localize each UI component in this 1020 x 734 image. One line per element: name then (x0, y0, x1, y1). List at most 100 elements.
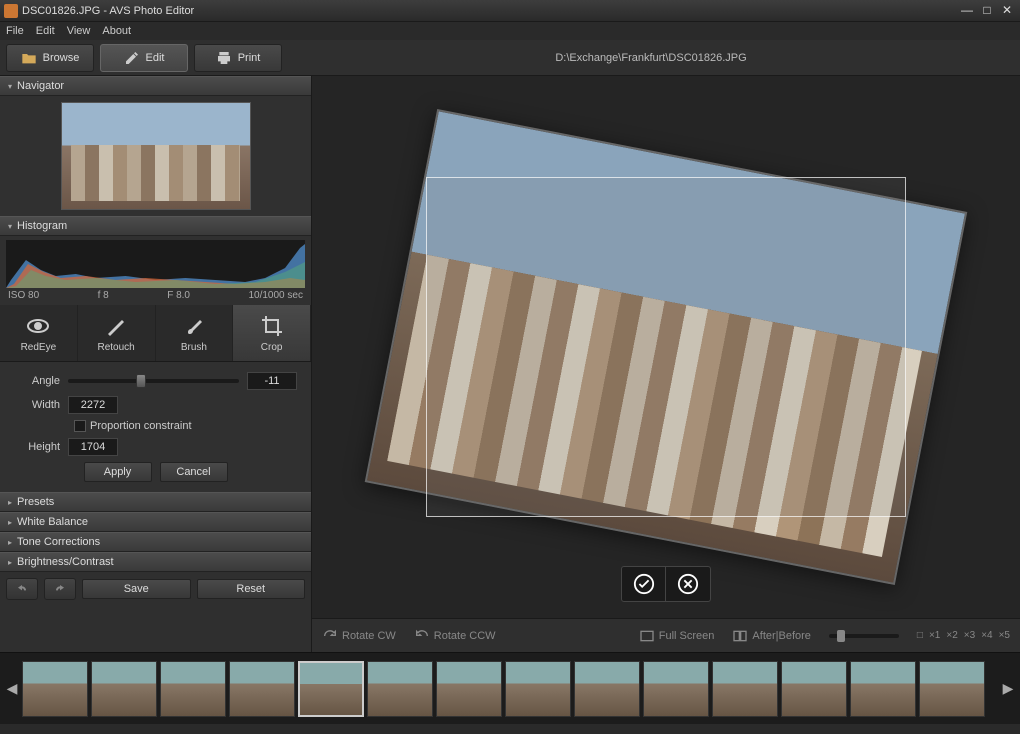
canvas-area: Rotate CW Rotate CCW Full Screen After|B… (312, 76, 1020, 652)
split-icon (732, 628, 748, 644)
tool-retouch[interactable]: Retouch (78, 305, 156, 361)
menu-view[interactable]: View (67, 25, 91, 37)
redo-icon (52, 583, 68, 595)
thumbnail[interactable] (367, 661, 433, 717)
redo-button[interactable] (44, 578, 76, 600)
zoom-4x[interactable]: ×4 (981, 630, 992, 641)
maximize-button[interactable]: □ (978, 4, 996, 18)
tool-brush[interactable]: Brush (156, 305, 234, 361)
thumbnail[interactable] (505, 661, 571, 717)
navigator-thumbnail[interactable] (61, 102, 251, 210)
thumbnail[interactable] (643, 661, 709, 717)
print-icon (216, 50, 232, 66)
apply-button[interactable]: Apply (84, 462, 152, 482)
width-value[interactable]: 2272 (68, 396, 118, 414)
photo-preview (365, 109, 968, 585)
folder-icon (21, 50, 37, 66)
brightcont-header[interactable]: Brightness/Contrast (0, 552, 311, 572)
reset-button[interactable]: Reset (197, 579, 306, 599)
height-label: Height (14, 441, 60, 453)
retouch-icon (104, 314, 128, 338)
zoom-labels: □ ×1 ×2 ×3 ×4 ×5 (917, 630, 1010, 641)
menu-about[interactable]: About (102, 25, 131, 37)
fullscreen-icon (639, 628, 655, 644)
afterbefore-button[interactable]: After|Before (732, 628, 811, 644)
brush-icon (182, 314, 206, 338)
main-toolbar: Browse Edit Print D:\Exchange\Frankfurt\… (0, 40, 1020, 76)
navigator-header[interactable]: Navigator (0, 76, 311, 96)
thumbnail-selected[interactable] (298, 661, 364, 717)
titlebar: DSC01826.JPG - AVS Photo Editor — □ ✕ (0, 0, 1020, 22)
bottom-toolbar: Rotate CW Rotate CCW Full Screen After|B… (312, 618, 1020, 652)
edit-label: Edit (146, 52, 165, 64)
thumbnail[interactable] (712, 661, 778, 717)
menu-edit[interactable]: Edit (36, 25, 55, 37)
rotate-cw-icon (322, 628, 338, 644)
minimize-button[interactable]: — (958, 4, 976, 18)
checkbox-icon (74, 420, 86, 432)
edit-button[interactable]: Edit (100, 44, 188, 72)
thumbnail[interactable] (436, 661, 502, 717)
presets-header[interactable]: Presets (0, 492, 311, 512)
filmstrip-prev[interactable]: ◀ (4, 659, 20, 719)
browse-label: Browse (43, 52, 80, 64)
height-value[interactable]: 1704 (68, 438, 118, 456)
cancel-button[interactable]: Cancel (160, 462, 228, 482)
menu-file[interactable]: File (6, 25, 24, 37)
zoom-2x[interactable]: ×2 (946, 630, 957, 641)
zoom-slider[interactable] (829, 634, 899, 638)
statusbar (0, 724, 1020, 734)
zoom-1x[interactable]: ×1 (929, 630, 940, 641)
menubar: File Edit View About (0, 22, 1020, 40)
angle-slider[interactable] (68, 374, 239, 388)
filepath-label: D:\Exchange\Frankfurt\DSC01826.JPG (288, 52, 1014, 64)
fullscreen-button[interactable]: Full Screen (639, 628, 715, 644)
thumbnail[interactable] (91, 661, 157, 717)
zoom-fit[interactable]: □ (917, 630, 923, 641)
zoom-5x[interactable]: ×5 (999, 630, 1010, 641)
canvas[interactable] (312, 76, 1020, 618)
thumbnail[interactable] (574, 661, 640, 717)
print-label: Print (238, 52, 261, 64)
print-button[interactable]: Print (194, 44, 282, 72)
thumbnail[interactable] (781, 661, 847, 717)
browse-button[interactable]: Browse (6, 44, 94, 72)
thumbnail[interactable] (160, 661, 226, 717)
rotate-ccw-button[interactable]: Rotate CCW (414, 628, 496, 644)
eye-icon (26, 314, 50, 338)
proportion-constraint[interactable]: Proportion constraint (74, 420, 297, 432)
check-icon (633, 573, 655, 595)
zoom-3x[interactable]: ×3 (964, 630, 975, 641)
rotate-cw-button[interactable]: Rotate CW (322, 628, 396, 644)
undo-button[interactable] (6, 578, 38, 600)
navigator-panel (0, 96, 311, 216)
app-icon (4, 4, 18, 18)
save-button[interactable]: Save (82, 579, 191, 599)
thumbnail[interactable] (229, 661, 295, 717)
sidebar: Navigator Histogram ISO 80 f 8 F 8.0 (0, 76, 312, 652)
undo-icon (14, 583, 30, 595)
close-button[interactable]: ✕ (998, 4, 1016, 18)
tool-tabs: RedEye Retouch Brush Crop (0, 305, 311, 362)
thumbnail[interactable] (850, 661, 916, 717)
thumbnail-list (22, 661, 998, 717)
whitebalance-header[interactable]: White Balance (0, 512, 311, 532)
confirm-bar (621, 566, 711, 602)
reject-button[interactable] (666, 567, 710, 601)
thumbnail[interactable] (22, 661, 88, 717)
hist-shutter: 10/1000 sec (248, 290, 303, 301)
crop-controls: Angle -11 Width 2272 Proportion constrai… (0, 362, 311, 492)
tonecorr-header[interactable]: Tone Corrections (0, 532, 311, 552)
angle-label: Angle (14, 375, 60, 387)
tool-crop[interactable]: Crop (233, 305, 311, 361)
tool-redeye[interactable]: RedEye (0, 305, 78, 361)
hist-f1: f 8 (98, 290, 109, 301)
thumbnail[interactable] (919, 661, 985, 717)
pencil-icon (124, 50, 140, 66)
filmstrip-next[interactable]: ▶ (1000, 659, 1016, 719)
rotate-ccw-icon (414, 628, 430, 644)
histogram-header[interactable]: Histogram (0, 216, 311, 236)
bottom-actions: Save Reset (0, 572, 311, 606)
confirm-button[interactable] (622, 567, 666, 601)
angle-value[interactable]: -11 (247, 372, 297, 390)
